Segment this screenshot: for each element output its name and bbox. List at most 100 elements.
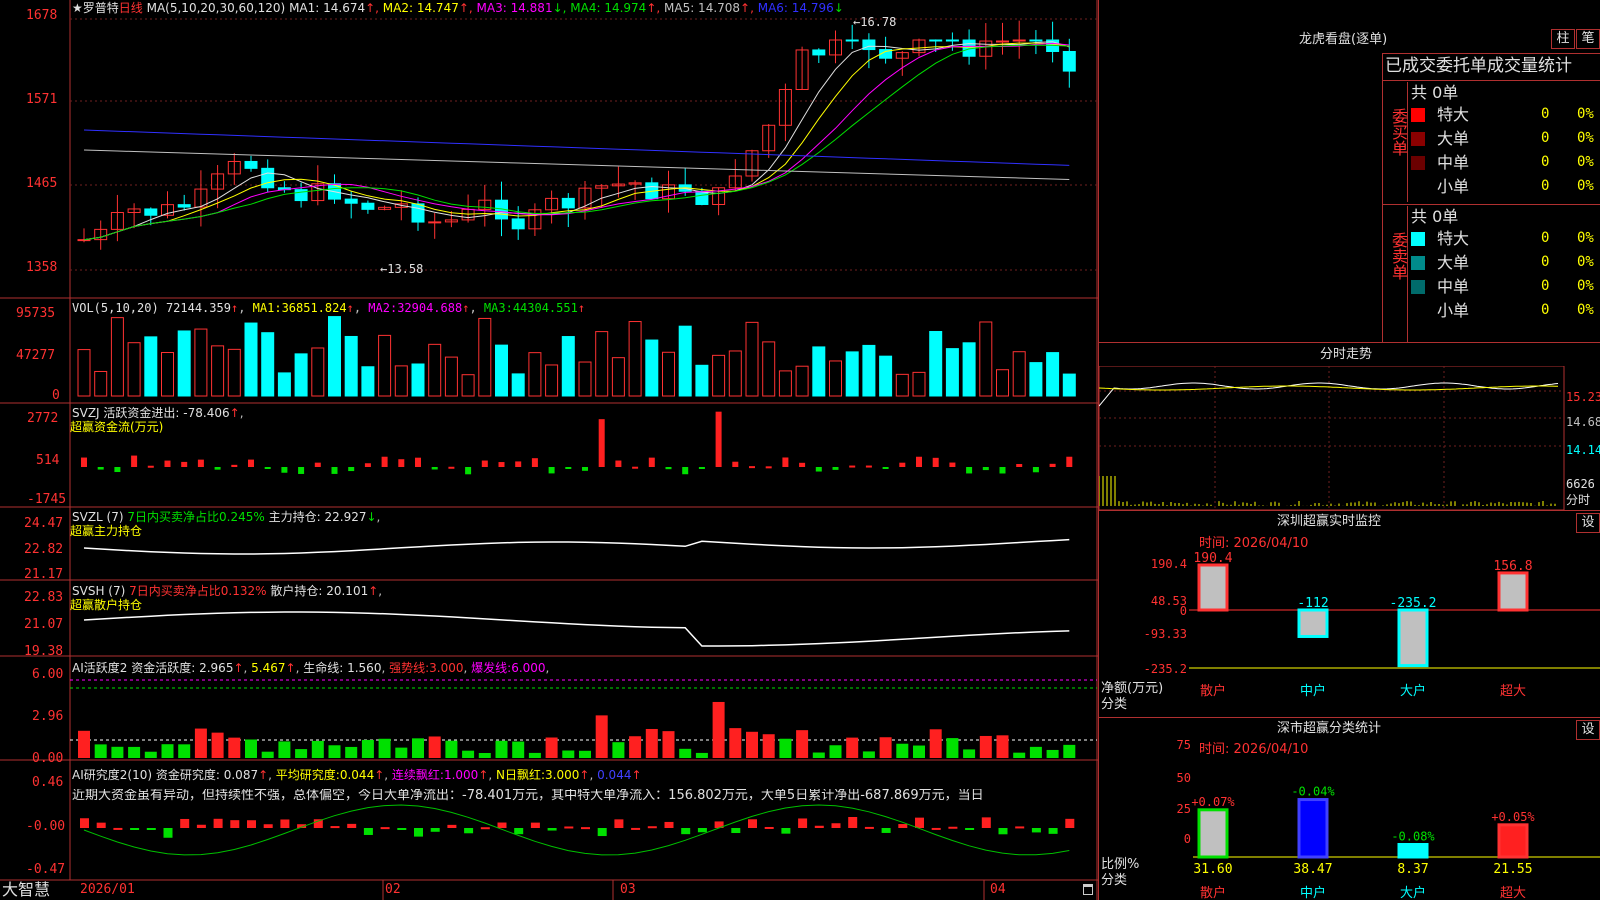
candle: [261, 167, 275, 189]
ai-active-bar: [245, 739, 257, 758]
svzj-bar: [765, 466, 772, 469]
class-cat-1: 散户: [1200, 885, 1226, 900]
svzj-subtitle: 超赢资金流(万元): [70, 420, 164, 434]
ai-active-bar: [378, 738, 391, 758]
stock-name[interactable]: ★罗普特: [72, 1, 119, 15]
svzj-bar: [966, 467, 973, 474]
vol-value: 72144.359: [165, 301, 231, 315]
svzj-bar: [815, 467, 822, 472]
buy-pct-4: 0%: [1577, 178, 1594, 194]
ai-active-bar: [1013, 752, 1026, 758]
svzj-bar: [448, 466, 455, 469]
candle: [511, 218, 525, 230]
volume-bar: [912, 371, 926, 397]
ai-research-n: 3.000: [545, 768, 580, 782]
candle: [561, 197, 575, 209]
svzj-bar: [982, 467, 989, 471]
volume-bar: [461, 374, 475, 397]
ai-research-bar: [614, 819, 624, 828]
ai-active-bar: [395, 747, 408, 758]
svzj-bar: [314, 462, 321, 467]
monitor-chart: 190.448.530-93.33-235.2190.4散户-112中户-235…: [1144, 551, 1600, 699]
vol-title: VOL(5,10,20): [72, 301, 159, 315]
svzj-bar: [431, 467, 438, 470]
class-bar-1: [1197, 808, 1229, 859]
volume-bar: [712, 354, 726, 397]
ai-active-bar: [762, 734, 775, 758]
sell-total: 共 0单: [1411, 207, 1459, 226]
svzj-bar: [498, 462, 505, 467]
intraday-tick-3: 14.14: [1566, 443, 1600, 457]
candle: [929, 39, 943, 42]
buy-swatch-3: [1411, 156, 1425, 170]
ai-active-bar: [929, 729, 942, 758]
ai-active-bar: [862, 751, 875, 758]
svzj-bar: [648, 457, 655, 467]
period-label[interactable]: 日线: [119, 1, 143, 15]
ma-value-1: MA1: 14.674: [289, 1, 366, 15]
svzj-bar: [481, 460, 488, 467]
ai-active-bar: [512, 741, 525, 758]
svzj-bar: [698, 467, 705, 469]
svsh-subtitle: 超赢散户持仓: [70, 598, 143, 612]
svzj-bar: [331, 467, 338, 474]
svzl-subtitle: 超赢主力持仓: [70, 524, 143, 538]
class-bar-2: [1297, 798, 1329, 859]
class-value-4: 21.55: [1493, 862, 1532, 877]
monitor-bar-2: [1297, 608, 1329, 638]
column-view-button[interactable]: 柱: [1551, 29, 1575, 49]
svsh-line: [83, 611, 1070, 647]
chart-area[interactable]: ★罗普特日线 MA(5,10,20,30,60,120) MA1: 14.674…: [0, 0, 1098, 900]
volume-bar: [829, 360, 842, 397]
ai-research-bar: [831, 823, 841, 828]
monitor-cat-1: 散户: [1200, 683, 1226, 699]
ai-active-bar: [579, 750, 591, 758]
svzj-bar: [231, 464, 238, 467]
chart-canvas[interactable]: [0, 0, 1098, 900]
class-ytick: 0: [1184, 832, 1191, 846]
pen-view-button[interactable]: 笔: [1576, 29, 1600, 49]
svsh-ytick-3: 19.38: [24, 644, 64, 659]
ai-active-bar: [144, 751, 157, 758]
class-xlabel: 分类: [1101, 873, 1128, 888]
volume-bar: [495, 344, 508, 397]
ai-research-last: 0.044: [597, 768, 632, 782]
volume-bar: [862, 344, 876, 397]
ai-active-bar: [562, 750, 575, 758]
ai-active-value2: 5.467: [251, 661, 286, 675]
volume-bar: [194, 328, 208, 397]
vol-ytick-2: 47277: [16, 348, 56, 363]
ai-active-bar: [528, 752, 541, 758]
ai-research-bar: [530, 822, 540, 828]
buy-count-2: 0: [1541, 130, 1550, 146]
ai-active-header: AI活跃度2 资金活跃度: 2.965↑, 5.467↑, 生命线: 1.560…: [72, 661, 550, 675]
svzj-bar: [1066, 456, 1073, 467]
volume-bar: [177, 330, 191, 397]
svzj-bar: [799, 462, 806, 467]
sell-count-3: 0: [1541, 278, 1550, 294]
ma-value-6: MA6: 14.796: [757, 1, 834, 15]
lock-icon[interactable]: [1083, 884, 1093, 895]
main-ytick-4: 1358: [26, 260, 58, 275]
class-change-1: +0.07%: [1191, 795, 1235, 809]
volume-bar: [328, 316, 341, 397]
candle: [996, 40, 1009, 43]
buy-pct-3: 0%: [1577, 154, 1594, 170]
ai-research-bar: [447, 824, 457, 828]
ai-active-bar: [695, 752, 708, 758]
svzj-bar: [849, 465, 856, 468]
monitor-ytick: -235.2: [1144, 662, 1187, 676]
sell-pct-1: 0%: [1577, 230, 1594, 246]
svzj-bar: [465, 467, 472, 475]
svzj-bar: [598, 419, 605, 467]
intraday-chart[interactable]: [1099, 366, 1600, 511]
buy-total: 共 0单: [1411, 83, 1459, 102]
volume-bar: [227, 348, 241, 397]
ai-research-bar: [113, 827, 123, 830]
sell-count-2: 0: [1541, 254, 1550, 270]
main-ytick-2: 1571: [26, 92, 58, 107]
volume-bar: [110, 317, 124, 397]
ai-active-bar: [495, 740, 508, 758]
volume-bar: [979, 321, 993, 397]
ai-active-ytick-2: 2.96: [32, 709, 64, 724]
